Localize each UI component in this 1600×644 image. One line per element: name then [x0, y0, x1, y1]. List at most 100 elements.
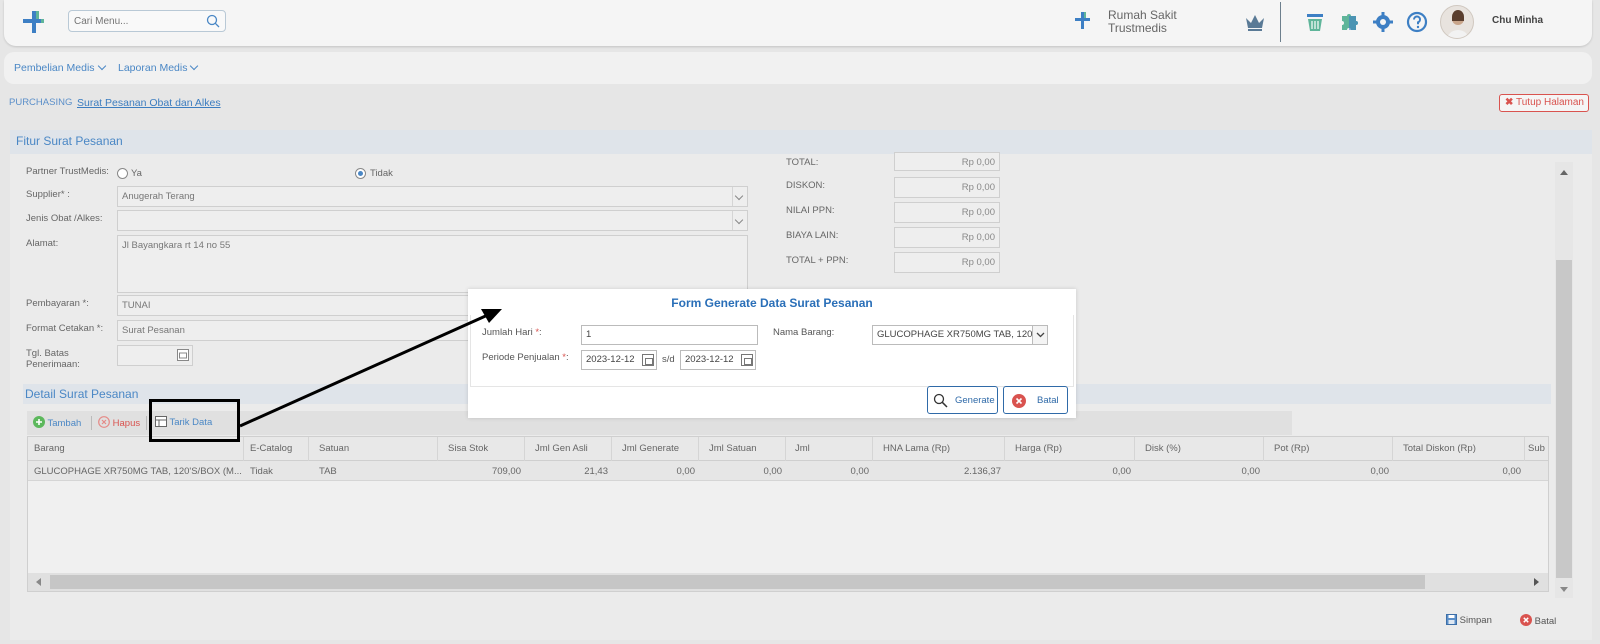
- column-header[interactable]: Sub: [1528, 443, 1545, 454]
- column-header[interactable]: Jml: [795, 443, 810, 454]
- close-page-button[interactable]: ✖ Tutup Halaman: [1499, 94, 1589, 112]
- partner-radio-ya[interactable]: [117, 168, 128, 179]
- jenis-obat-select[interactable]: [117, 210, 748, 231]
- annotation-highlight-box: [149, 399, 240, 442]
- scroll-left-icon[interactable]: [34, 577, 42, 587]
- calendar-icon[interactable]: [741, 354, 753, 366]
- partner-option-tidak: Tidak: [370, 168, 393, 179]
- cell-jml: 0,00: [850, 466, 870, 477]
- cell-hna-lama: 2.136,37: [964, 466, 1001, 477]
- header-divider: [1280, 2, 1281, 42]
- cell-jml-satuan: 0,00: [763, 466, 783, 477]
- alamat-label: Alamat:: [26, 238, 59, 249]
- diskon-label: DISKON:: [786, 180, 826, 191]
- column-header[interactable]: Jml Generate: [622, 443, 679, 454]
- column-header[interactable]: Sisa Stok: [448, 443, 488, 454]
- column-header[interactable]: HNA Lama (Rp): [883, 443, 950, 454]
- table-row[interactable]: GLUCOPHAGE XR750MG TAB, 120'S/BOX (M... …: [28, 461, 1548, 481]
- top-header: Rumah Sakit Trustmedis Chu Minha: [4, 0, 1592, 46]
- add-button[interactable]: Tambah: [33, 416, 81, 429]
- detail-grid: Barang E-Catalog Satuan Sisa Stok Jml Ge…: [27, 436, 1549, 592]
- partner-radio-tidak[interactable]: [355, 168, 366, 179]
- delete-button[interactable]: Hapus: [98, 416, 140, 429]
- column-header[interactable]: Harga (Rp): [1015, 443, 1062, 454]
- vertical-scrollbar[interactable]: [1555, 162, 1573, 598]
- breadcrumb-root[interactable]: PURCHASING: [9, 97, 72, 108]
- total-value: Rp 0,00: [894, 152, 1000, 171]
- column-header[interactable]: Total Diskon (Rp): [1403, 443, 1476, 454]
- column-header[interactable]: Barang: [34, 443, 65, 454]
- cell-barang: GLUCOPHAGE XR750MG TAB, 120'S/BOX (M...: [34, 466, 242, 477]
- cell-sisa-stok: 709,00: [491, 466, 521, 477]
- generate-button[interactable]: Generate: [927, 386, 998, 414]
- hospital-logo-icon: [1075, 12, 1090, 29]
- column-header[interactable]: Jml Satuan: [709, 443, 757, 454]
- menu-search-input[interactable]: [69, 11, 199, 31]
- menu-laporan-medis[interactable]: Laporan Medis: [118, 61, 199, 74]
- delete-icon: [98, 416, 110, 428]
- calendar-icon[interactable]: [642, 354, 654, 366]
- user-name[interactable]: Chu Minha: [1492, 15, 1543, 26]
- toolbar-divider: [146, 416, 147, 430]
- close-icon: ✖: [1505, 97, 1514, 108]
- user-avatar-icon: [1447, 10, 1469, 38]
- jumlah-hari-label: Jumlah Hari *:: [482, 327, 542, 338]
- cell-satuan: TAB: [319, 466, 337, 477]
- breadcrumb-current[interactable]: Surat Pesanan Obat dan Alkes: [77, 97, 221, 109]
- main-menu-bar: Pembelian Medis Laporan Medis: [4, 52, 1592, 84]
- search-icon[interactable]: [206, 14, 220, 28]
- format-cetakan-label: Format Cetakan *:: [26, 323, 104, 334]
- user-avatar[interactable]: [1440, 5, 1474, 39]
- column-header[interactable]: Disk (%): [1145, 443, 1181, 454]
- footer-cancel-button[interactable]: Batal: [1520, 614, 1556, 627]
- column-divider: [524, 437, 525, 461]
- column-divider: [1263, 437, 1264, 461]
- jumlah-hari-input[interactable]: 1: [581, 325, 758, 345]
- horizontal-scroll-thumb[interactable]: [50, 575, 1425, 589]
- scroll-right-icon[interactable]: [1533, 577, 1541, 587]
- help-icon[interactable]: [1406, 11, 1428, 33]
- menu-pembelian-medis[interactable]: Pembelian Medis: [14, 61, 106, 74]
- gear-icon[interactable]: [1372, 11, 1394, 33]
- nama-barang-select[interactable]: GLUCOPHAGE XR750MG TAB, 120': [872, 325, 1048, 345]
- date-from-input[interactable]: 2023-12-12: [581, 350, 657, 370]
- column-divider: [308, 437, 309, 461]
- format-cetakan-select[interactable]: Surat Pesanan: [117, 320, 469, 341]
- tgl-batas-input[interactable]: [117, 345, 193, 366]
- horizontal-scrollbar[interactable]: [28, 573, 1548, 591]
- menu-search-box[interactable]: [68, 10, 226, 32]
- scroll-down-icon[interactable]: [1559, 586, 1569, 594]
- panel-title: Fitur Surat Pesanan: [16, 134, 123, 148]
- column-divider: [1392, 437, 1393, 461]
- pembayaran-select[interactable]: TUNAI: [117, 295, 469, 316]
- chevron-down-icon[interactable]: [1032, 326, 1047, 344]
- calendar-icon[interactable]: [177, 349, 189, 361]
- modal-title: Form Generate Data Surat Pesanan: [671, 296, 873, 310]
- chevron-down-icon: [732, 211, 747, 230]
- scroll-up-icon[interactable]: [1559, 168, 1569, 176]
- supplier-select[interactable]: Anugerah Terang: [117, 186, 748, 207]
- chevron-down-icon: [732, 187, 747, 206]
- vertical-scroll-thumb[interactable]: [1556, 260, 1572, 578]
- column-divider: [1524, 437, 1525, 461]
- column-header[interactable]: Pot (Rp): [1274, 443, 1309, 454]
- modal-cancel-button[interactable]: Batal: [1003, 386, 1068, 414]
- cancel-icon: [1012, 394, 1026, 408]
- cell-jml-generate: 0,00: [676, 466, 696, 477]
- pembayaran-label: Pembayaran *:: [26, 298, 89, 309]
- trustmedis-logo-icon[interactable]: [20, 8, 48, 36]
- alamat-textarea[interactable]: Jl Bayangkara rt 14 no 55: [117, 235, 748, 293]
- column-header[interactable]: Satuan: [319, 443, 349, 454]
- crown-icon[interactable]: [1244, 12, 1266, 32]
- date-to-input[interactable]: 2023-12-12: [680, 350, 756, 370]
- puzzle-icon[interactable]: [1338, 11, 1360, 33]
- column-header[interactable]: Jml Gen Asli: [535, 443, 588, 454]
- save-button[interactable]: Simpan: [1446, 614, 1492, 626]
- tgl-batas-label: Tgl. Batas Penerimaan:: [26, 348, 80, 370]
- label-colon: :: [566, 352, 569, 363]
- column-divider: [1004, 437, 1005, 461]
- column-divider: [785, 437, 786, 461]
- column-divider: [243, 437, 244, 461]
- basket-icon[interactable]: [1304, 11, 1326, 33]
- column-header[interactable]: E-Catalog: [250, 443, 292, 454]
